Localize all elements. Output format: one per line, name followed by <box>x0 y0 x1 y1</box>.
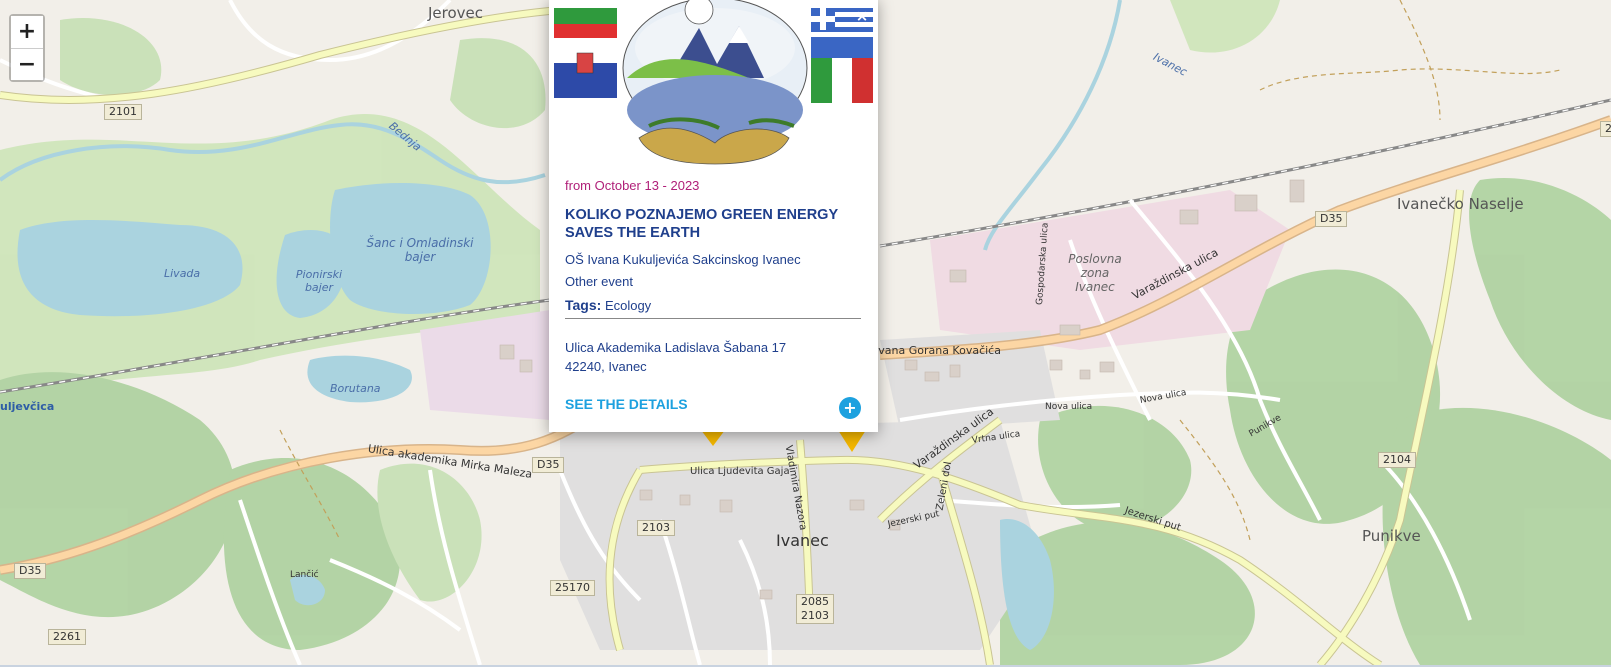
zoom-in-button[interactable]: + <box>11 16 43 48</box>
place-label-punikve: Punikve <box>1362 527 1421 545</box>
road-badge-d35-2: D35 <box>1315 211 1348 227</box>
zoom-control: + − <box>9 14 45 82</box>
event-type: Other event <box>565 274 633 289</box>
place-label-kuljevcica: uljevčica <box>0 400 55 413</box>
close-icon[interactable]: × <box>854 8 870 24</box>
address-line-2: 42240, Ivanec <box>565 359 647 374</box>
event-title: KOLIKO POZNAJEMO GREEN ENERGY SAVES THE … <box>565 207 838 241</box>
road-badge-2: 2 <box>1600 121 1611 137</box>
tags-label: Tags: <box>565 297 602 313</box>
road-badge-2261: 2261 <box>48 629 86 645</box>
road-badge-2104: 2104 <box>1378 452 1416 468</box>
place-label-ivanecko-naselje: Ivanečko Naselje <box>1397 195 1524 213</box>
plus-icon[interactable]: + <box>839 397 861 419</box>
event-organizer: OŠ Ivana Kukuljevića Sakcinskog Ivanec <box>565 252 801 267</box>
tags-value: Ecology <box>604 298 652 313</box>
address-line-1: Ulica Akademika Ladislava Šabana 17 <box>565 340 787 355</box>
road-badge-2101: 2101 <box>104 104 142 120</box>
place-label-poslovna-zona: Poslovna zona Ivanec <box>1068 252 1122 294</box>
road-badge-d35-3: D35 <box>14 563 47 579</box>
water-label-sanc: Šanc i Omladinski bajer <box>366 236 474 264</box>
street-label-gorana-kovacica: Ivana Gorana Kovačića <box>875 344 1001 357</box>
event-date: from October 13 - 2023 <box>565 178 700 193</box>
see-details-link[interactable]: SEE THE DETAILS <box>565 396 688 412</box>
street-label-ljudevita-gaja: Ulica Ljudevita Gaja <box>690 466 790 477</box>
map-canvas[interactable]: Jerovec Ivanečko Naselje Ivanec Punikve … <box>0 0 1611 667</box>
road-badge-d35-1: D35 <box>532 457 565 473</box>
popup-divider <box>565 318 861 319</box>
water-label-pionirski: Pionirski bajer <box>295 268 343 294</box>
water-label-borutana: Borutana <box>330 382 381 395</box>
street-label-lancic: Lančić <box>290 570 319 580</box>
street-label-nova-ulica-1: Nova ulica <box>1045 402 1093 412</box>
place-label-ivanec: Ivanec <box>776 531 829 550</box>
event-tags: Tags: Ecology <box>565 297 651 313</box>
water-label-livada: Livada <box>164 267 201 280</box>
zoom-out-button[interactable]: − <box>11 48 43 80</box>
place-label-jerovec: Jerovec <box>428 4 484 22</box>
event-image <box>549 0 878 166</box>
event-address: Ulica Akademika Ladislava Šabana 17 4224… <box>565 338 786 376</box>
road-badge-25170: 25170 <box>550 580 595 596</box>
road-badge-2103: 2103 <box>637 520 675 536</box>
road-badge-2085-2103: 2085 2103 <box>796 594 834 624</box>
event-popup: × from October 13 - 2023 KOLIKO POZNAJEM… <box>549 0 878 432</box>
